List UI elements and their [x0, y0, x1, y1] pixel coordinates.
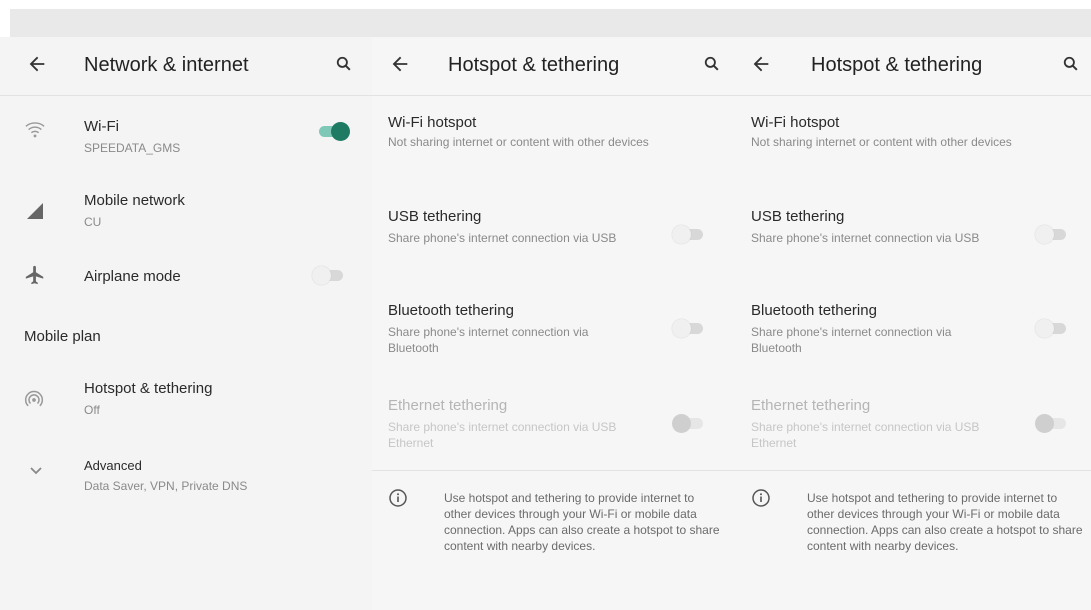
bluetooth-tethering-title: Bluetooth tethering	[388, 302, 514, 319]
status-bar	[733, 0, 1091, 37]
wifi-hotspot-subtitle: Not sharing internet or content with oth…	[751, 135, 1012, 149]
wifi-title: Wi-Fi	[84, 118, 119, 135]
wifi-row[interactable]: Wi-Fi SPEEDATA_GMS	[0, 100, 372, 164]
hotspot-icon	[24, 390, 44, 415]
usb-tethering-toggle[interactable]	[1035, 224, 1069, 244]
ethernet-tethering-row: Ethernet tethering Share phone's interne…	[751, 397, 1087, 457]
bluetooth-tethering-toggle[interactable]	[672, 318, 706, 338]
info-text: Use hotspot and tethering to provide int…	[444, 491, 720, 553]
bluetooth-tethering-toggle[interactable]	[1035, 318, 1069, 338]
hotspot-tethering-screen-2: Hotspot & tethering Wi-Fi hotspot Not sh…	[733, 0, 1091, 610]
ethernet-tethering-row: Ethernet tethering Share phone's interne…	[388, 397, 728, 457]
wifi-hotspot-title: Wi-Fi hotspot	[388, 114, 477, 131]
mobile-network-row[interactable]: Mobile network CU	[0, 180, 372, 244]
advanced-row[interactable]: Advanced Data Saver, VPN, Private DNS	[0, 450, 372, 502]
page-title: Network & internet	[84, 54, 249, 76]
wifi-hotspot-title: Wi-Fi hotspot	[751, 114, 840, 131]
ethernet-tethering-subtitle: Share phone's internet connection via US…	[388, 420, 617, 450]
app-bar-divider	[0, 95, 372, 96]
app-bar: Network & internet	[0, 37, 372, 95]
airplane-mode-row[interactable]: Airplane mode	[0, 254, 372, 298]
usb-tethering-row[interactable]: USB tethering Share phone's internet con…	[388, 208, 728, 268]
wifi-icon	[24, 120, 46, 145]
hotspot-tethering-screen: Hotspot & tethering Wi-Fi hotspot Not sh…	[372, 0, 733, 610]
app-bar: Hotspot & tethering	[733, 37, 1091, 95]
hotspot-tethering-title: Hotspot & tethering	[84, 380, 213, 397]
wifi-hotspot-subtitle: Not sharing internet or content with oth…	[388, 135, 649, 149]
usb-tethering-subtitle: Share phone's internet connection via US…	[388, 231, 617, 245]
search-icon[interactable]	[1061, 54, 1081, 79]
mobile-plan-header: Mobile plan	[24, 328, 101, 345]
mobile-network-subtitle: CU	[84, 215, 102, 229]
wifi-toggle[interactable]	[316, 121, 350, 141]
hotspot-tethering-row[interactable]: Hotspot & tethering Off	[0, 370, 372, 430]
usb-tethering-toggle[interactable]	[672, 224, 706, 244]
back-arrow-icon[interactable]	[26, 53, 48, 80]
bluetooth-tethering-row[interactable]: Bluetooth tethering Share phone's intern…	[388, 302, 728, 362]
app-bar: Hotspot & tethering	[372, 37, 733, 95]
back-arrow-icon[interactable]	[389, 53, 411, 80]
hotspot-tethering-subtitle: Off	[84, 403, 100, 417]
airplane-mode-toggle[interactable]	[312, 265, 346, 285]
usb-tethering-title: USB tethering	[751, 208, 845, 225]
info-text: Use hotspot and tethering to provide int…	[807, 491, 1083, 553]
bluetooth-tethering-row[interactable]: Bluetooth tethering Share phone's intern…	[751, 302, 1087, 362]
app-bar-divider	[733, 95, 1091, 96]
airplane-mode-title: Airplane mode	[84, 268, 181, 285]
search-icon[interactable]	[334, 54, 354, 79]
search-icon[interactable]	[702, 54, 722, 79]
footer-divider	[733, 470, 1091, 471]
page-title: Hotspot & tethering	[448, 54, 620, 76]
usb-tethering-title: USB tethering	[388, 208, 482, 225]
usb-tethering-row[interactable]: USB tethering Share phone's internet con…	[751, 208, 1087, 268]
network-internet-screen: Network & internet Wi-Fi SPEEDATA_GMS Mo…	[0, 0, 372, 610]
ethernet-tethering-title: Ethernet tethering	[388, 397, 508, 414]
mobile-network-title: Mobile network	[84, 192, 185, 209]
airplane-icon	[24, 264, 46, 291]
bluetooth-tethering-subtitle: Share phone's internet connection via Bl…	[751, 325, 952, 355]
ethernet-tethering-toggle	[672, 413, 706, 433]
signal-icon	[26, 202, 44, 225]
wifi-hotspot-row[interactable]: Wi-Fi hotspot Not sharing internet or co…	[388, 114, 728, 150]
info-icon	[751, 488, 771, 513]
wifi-hotspot-row[interactable]: Wi-Fi hotspot Not sharing internet or co…	[751, 114, 1087, 150]
back-arrow-icon[interactable]	[750, 53, 772, 80]
ethernet-tethering-title: Ethernet tethering	[751, 397, 871, 414]
usb-tethering-subtitle: Share phone's internet connection via US…	[751, 231, 980, 245]
wifi-subtitle: SPEEDATA_GMS	[84, 141, 181, 155]
advanced-title: Advanced	[84, 458, 142, 473]
info-icon	[388, 488, 408, 513]
page-title: Hotspot & tethering	[811, 54, 983, 76]
bluetooth-tethering-subtitle: Share phone's internet connection via Bl…	[388, 325, 589, 355]
chevron-down-icon	[28, 462, 44, 483]
ethernet-tethering-subtitle: Share phone's internet connection via US…	[751, 420, 980, 450]
advanced-subtitle: Data Saver, VPN, Private DNS	[84, 479, 248, 493]
footer-divider	[372, 470, 733, 471]
status-bar	[0, 0, 372, 37]
app-bar-divider	[372, 95, 733, 96]
status-bar	[372, 0, 733, 37]
ethernet-tethering-toggle	[1035, 413, 1069, 433]
bluetooth-tethering-title: Bluetooth tethering	[751, 302, 877, 319]
